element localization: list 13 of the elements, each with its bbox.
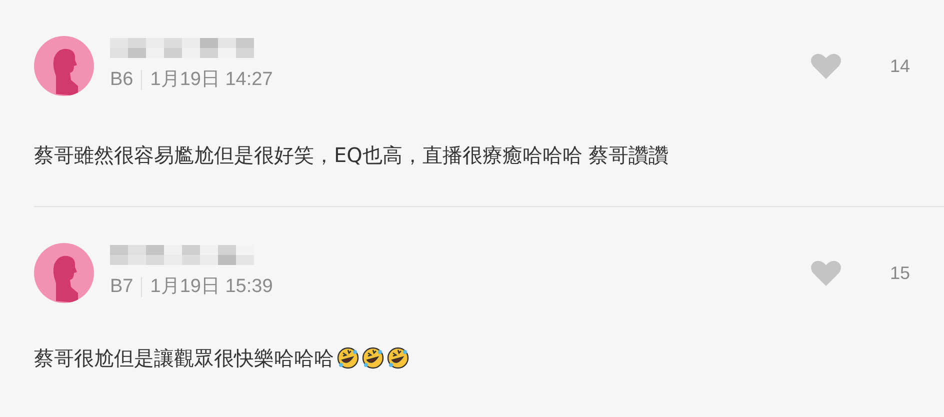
comment-text: 蔡哥雖然很容易尷尬但是很好笑，EQ也高，直播很療癒哈哈哈 蔡哥讚讚 (34, 142, 670, 169)
laughing-emoji-icon (362, 347, 384, 369)
like-count: 15 (890, 262, 912, 284)
post-time: 1月19日 14:27 (150, 68, 273, 92)
laughing-emoji-icon (387, 347, 409, 369)
comment-text: 蔡哥很尬但是讓觀眾很快樂哈哈哈 (34, 343, 910, 373)
heart-icon[interactable] (810, 259, 842, 287)
like-count: 14 (890, 54, 912, 78)
laughing-emoji-icon (337, 347, 359, 369)
floor-number: B7 (110, 274, 134, 299)
heart-icon[interactable] (810, 52, 842, 80)
post-time: 1月19日 15:39 (150, 274, 273, 299)
floor-number: B6 (110, 68, 134, 92)
